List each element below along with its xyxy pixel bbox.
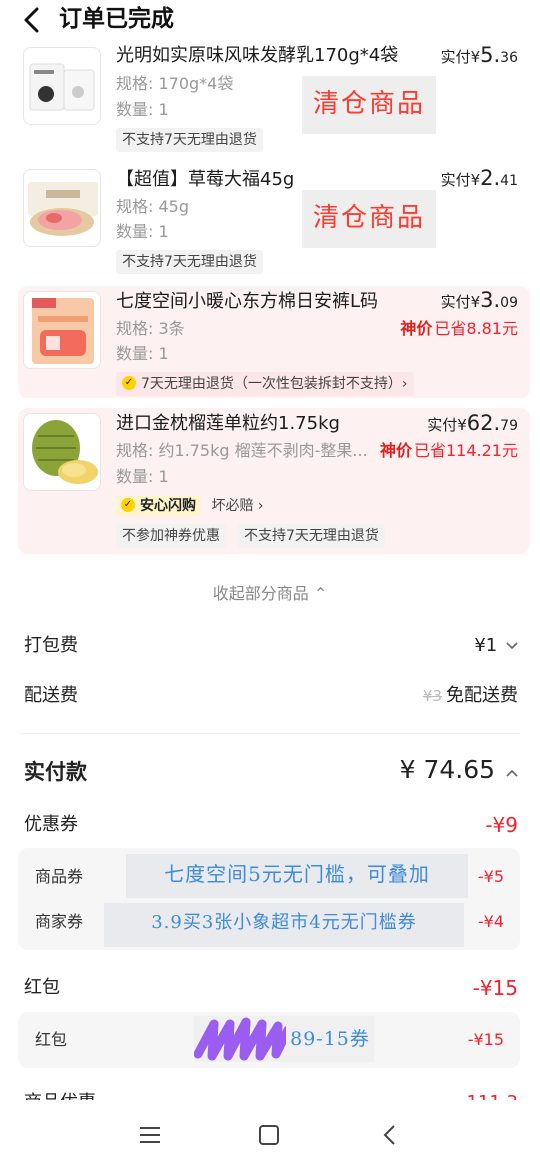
redpacket-total: -¥15: [472, 976, 518, 1000]
back-icon[interactable]: [380, 1124, 400, 1146]
price-prefix: 实付: [440, 171, 471, 189]
handwritten-note: 89-15券: [286, 1016, 374, 1062]
coupon-details: 商品券 -¥5 七度空间5元无门槛，可叠加 商家券 -¥4 3.9买3张小象超市…: [18, 848, 520, 950]
coupon-label: 优惠券: [24, 814, 78, 835]
home-icon[interactable]: [258, 1124, 280, 1146]
product-quantity: 数量: 1: [116, 467, 169, 486]
currency: ¥: [470, 48, 481, 66]
savings-badge: 神价 已省114.21元: [380, 440, 518, 462]
product-image: [23, 291, 101, 369]
redpacket-details: 红包 -¥15 89-15券: [18, 1012, 520, 1068]
coupon-row: 优惠券 -¥9: [24, 810, 518, 840]
merchant-coupon-value: -¥4: [477, 912, 504, 931]
product-coupon-label: 商品券: [35, 867, 84, 886]
deal-mark: 神价: [379, 441, 412, 460]
return-policy-tag[interactable]: ✓ 7天无理由退货（一次性包装拆封不支持）›: [116, 372, 414, 396]
handwritten-note: 清仓商品: [302, 76, 436, 134]
total-paid-value: ¥ 74.65: [400, 754, 518, 786]
guarantee-text: 坏必赔 ›: [211, 498, 264, 514]
check-icon: ✓: [122, 376, 136, 390]
system-nav-bar: [0, 1100, 540, 1170]
handwritten-note: 清仓商品: [302, 190, 436, 248]
product-spec: 规格: 3条: [116, 319, 185, 338]
product-quantity: 数量: 1: [116, 222, 169, 241]
packing-fee-value: ¥1: [474, 631, 518, 661]
redpacket-item-value: -¥15: [467, 1030, 504, 1049]
delivery-original-price: ¥3: [422, 687, 442, 705]
savings-text: 已省8.81元: [434, 319, 518, 338]
price-decimal: 09: [500, 295, 518, 311]
product-image: [23, 47, 101, 125]
product-image: [23, 413, 101, 491]
guarantee-tag[interactable]: ✓ 安心闪购 坏必赔 ›: [116, 494, 264, 518]
product-quantity: 数量: 1: [116, 100, 169, 119]
redpacket-label: 红包: [24, 977, 60, 998]
chevron-down-icon: [500, 635, 518, 656]
price-prefix: 实付: [427, 416, 458, 434]
redacted-scribble: [193, 1016, 293, 1062]
return-policy-text: 7天无理由退货（一次性包装拆封不支持）›: [141, 376, 408, 392]
product-spec: 规格: 45g: [116, 197, 189, 216]
product-name: 进口金枕榴莲单粒约1.75kg: [116, 413, 340, 434]
price-integer: 5.: [480, 43, 501, 67]
product-name: 【超值】草莓大福45g: [116, 169, 295, 190]
top-bar: 订单已完成: [0, 0, 540, 44]
price-integer: 3.: [480, 288, 501, 312]
savings-text: 已省114.21元: [414, 441, 518, 460]
return-policy-tag: 不支持7天无理由退货: [238, 524, 385, 548]
back-arrow-icon[interactable]: [20, 6, 46, 34]
product-image: [23, 169, 101, 247]
product-item[interactable]: 七度空间小暖心东方棉日安裤L码 规格: 3条 数量: 1 实付¥3.09 神价已…: [18, 286, 530, 398]
product-coupon-value: -¥5: [477, 867, 504, 886]
price-prefix: 实付: [440, 293, 471, 311]
packing-fee-row[interactable]: 打包费 ¥1: [24, 631, 518, 661]
collapse-items-button[interactable]: 收起部分商品 ⌃: [0, 580, 540, 608]
product-spec: 规格: 170g*4袋: [116, 74, 234, 93]
price-decimal: 41: [500, 173, 518, 189]
product-name: 七度空间小暖心东方棉日安裤L码: [116, 291, 379, 312]
price-decimal: 36: [500, 50, 518, 66]
product-item[interactable]: 光明如实原味风味发酵乳170g*4袋 规格: 170g*4袋 数量: 1 实付¥…: [18, 42, 530, 154]
check-icon: ✓: [121, 498, 135, 512]
price-integer: 62.: [466, 411, 501, 435]
product-item[interactable]: 【超值】草莓大福45g 规格: 45g 数量: 1 实付¥2.41 不支持7天无…: [18, 164, 530, 276]
currency: ¥: [457, 416, 467, 434]
guarantee-badge: ✓ 安心闪购: [116, 496, 201, 516]
product-spec: 规格: 约1.75kg 榴莲不剥肉-整果...: [116, 441, 368, 460]
deal-mark: 神价: [400, 319, 433, 338]
currency: ¥: [470, 293, 481, 311]
redpacket-row: 红包 -¥15: [24, 973, 518, 1003]
coupon-total: -¥9: [485, 813, 518, 837]
delivery-fee-row: 配送费 ¥3 免配送费: [24, 681, 518, 711]
delivery-fee-value: ¥3 免配送费: [423, 681, 518, 711]
chevron-up-icon: [498, 755, 518, 784]
delivery-fee-label: 配送费: [24, 685, 78, 706]
divider: [20, 733, 520, 734]
page-title: 订单已完成: [59, 6, 174, 32]
delivery-free-text: 免配送费: [446, 685, 518, 706]
currency: ¥: [470, 171, 481, 189]
product-quantity: 数量: 1: [116, 344, 169, 363]
return-policy-tag: 不支持7天无理由退货: [116, 250, 263, 274]
price-decimal: 79: [500, 418, 518, 434]
savings-badge: 神价 已省8.81元: [400, 318, 518, 340]
product-price: 实付¥5.36: [441, 42, 518, 71]
product-price: 实付¥2.41: [441, 165, 518, 194]
handwritten-note: 3.9买3张小象超市4元无门槛券: [104, 903, 464, 947]
packing-fee-label: 打包费: [24, 635, 78, 656]
promo-exclusion-tag: 不参加神券优惠: [116, 524, 226, 548]
total-paid-label: 实付款: [24, 760, 87, 784]
merchant-coupon-label: 商家券: [35, 912, 84, 931]
return-policy-tag: 不支持7天无理由退货: [116, 128, 263, 152]
product-price: 实付¥62.79: [427, 410, 518, 439]
price-prefix: 实付: [440, 48, 471, 66]
redpacket-item-label: 红包: [35, 1030, 68, 1049]
product-name: 光明如实原味风味发酵乳170g*4袋: [116, 45, 399, 66]
price-integer: 2.: [480, 166, 501, 190]
product-price: 实付¥3.09: [441, 287, 518, 316]
handwritten-note: 七度空间5元无门槛，可叠加: [126, 854, 468, 898]
product-item[interactable]: 进口金枕榴莲单粒约1.75kg 规格: 约1.75kg 榴莲不剥肉-整果... …: [18, 408, 530, 554]
total-paid-row[interactable]: 实付款 ¥ 74.65: [24, 754, 518, 790]
menu-icon[interactable]: [138, 1124, 162, 1146]
